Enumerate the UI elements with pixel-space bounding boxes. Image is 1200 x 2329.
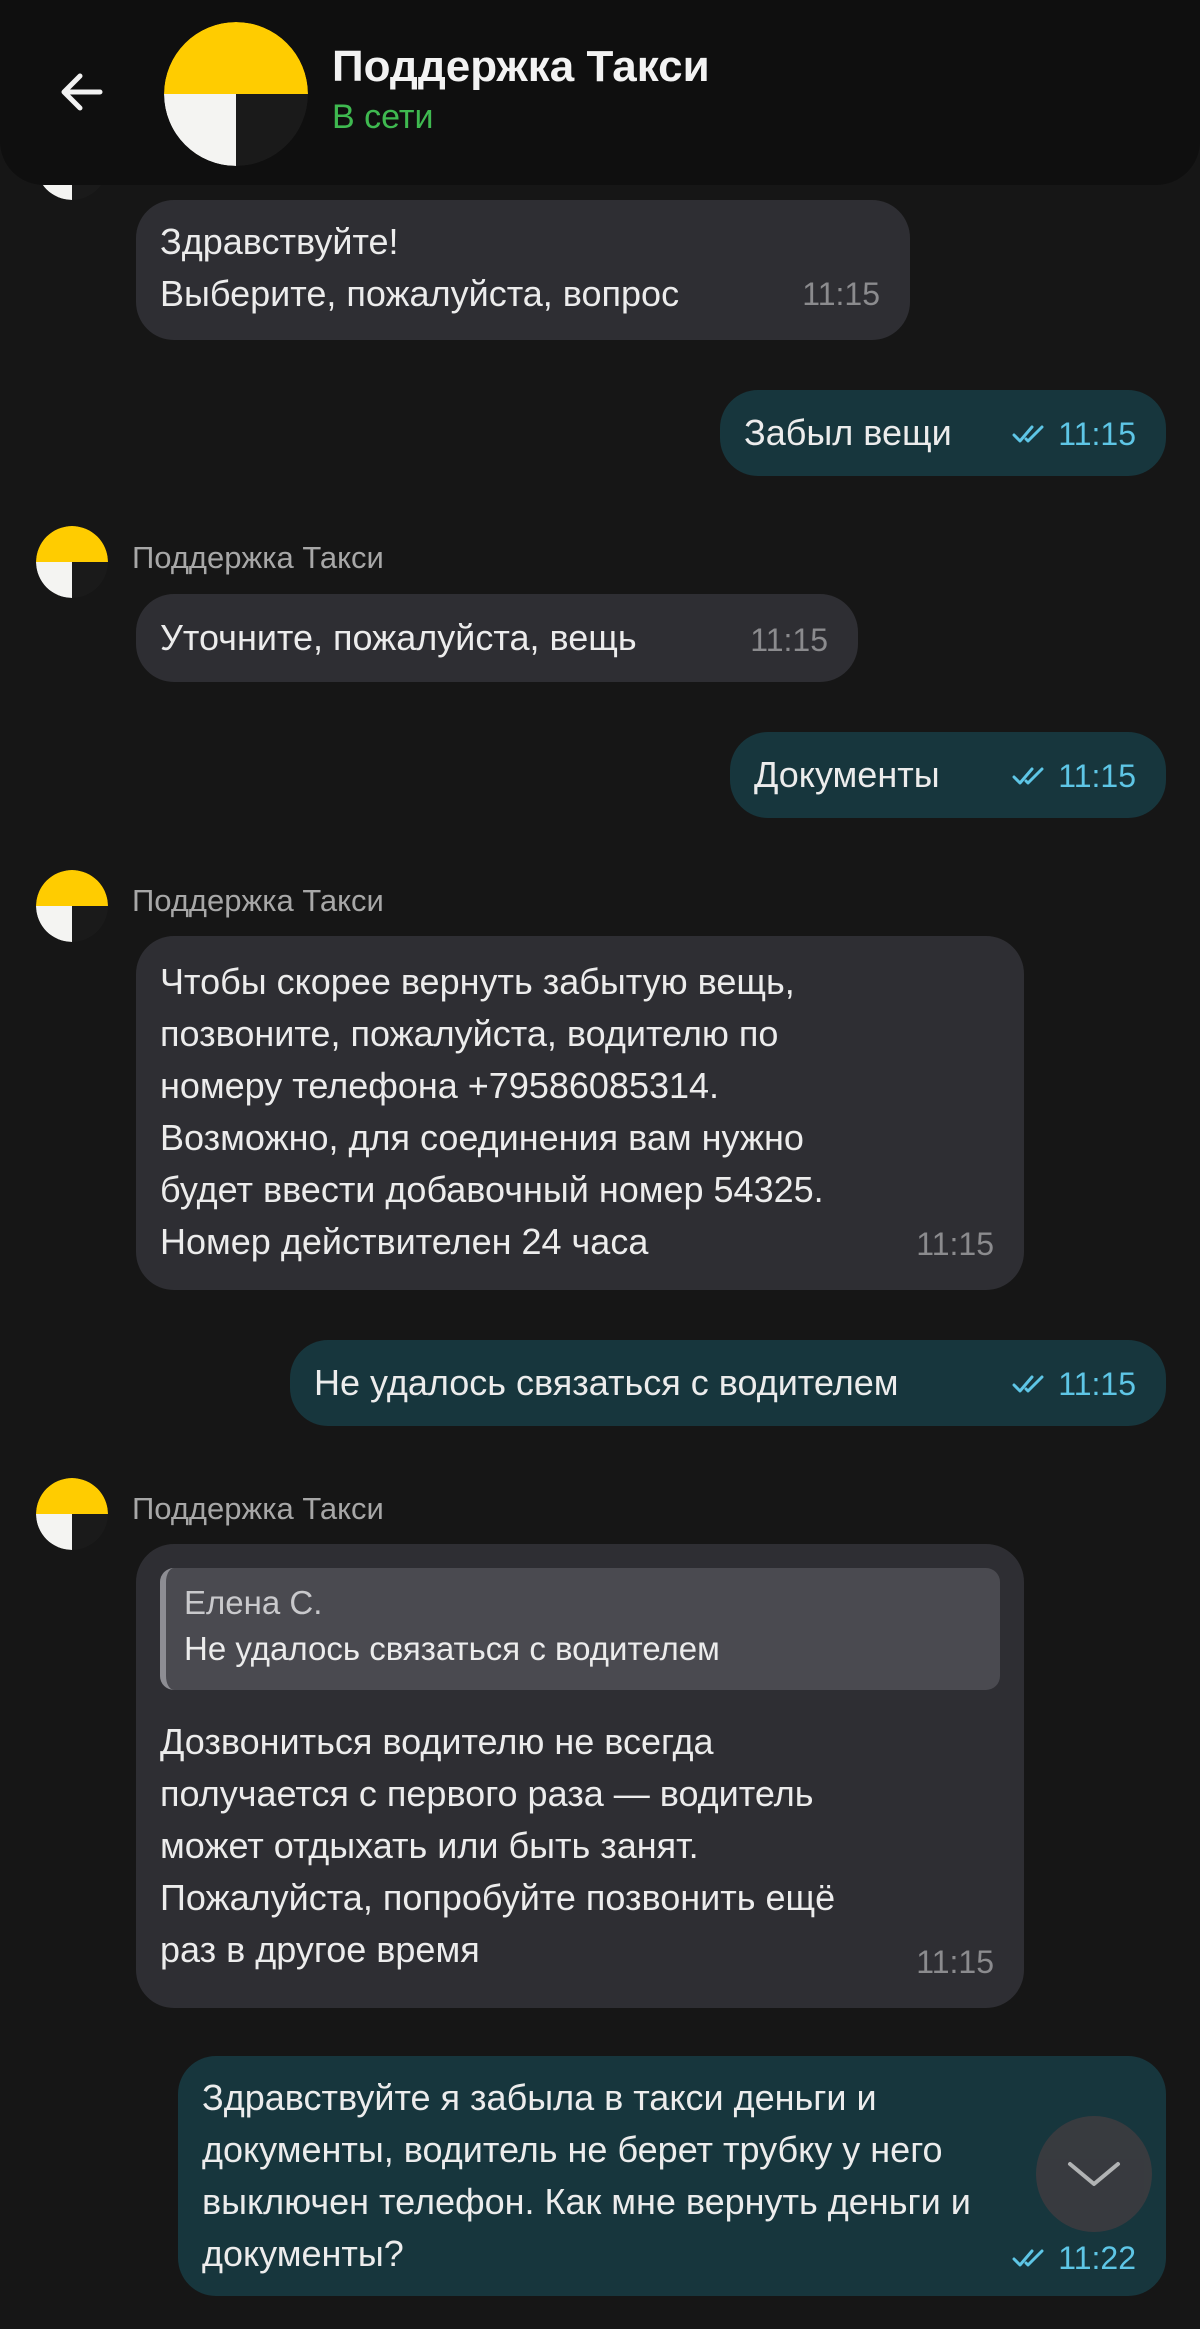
message-bubble-incoming[interactable]: Чтобы скорее вернуть забытую вещь, позво… <box>136 936 1024 1290</box>
double-check-icon <box>1012 767 1044 785</box>
message-text: Здравствуйте я забыла в такси деньги и д… <box>202 2077 971 2274</box>
message-bubble-incoming[interactable]: Здравствуйте! Выберите, пожалуйста, вопр… <box>136 200 910 340</box>
quote-author: Елена С. <box>184 1584 323 1621</box>
message-time: 11:15 <box>1012 1364 1136 1404</box>
quote-text: Не удалось связаться с водителем <box>184 1630 720 1667</box>
message-time: 11:15 <box>802 276 880 312</box>
double-check-icon <box>1012 1375 1044 1393</box>
double-check-icon <box>1012 425 1044 443</box>
back-button[interactable] <box>50 60 114 124</box>
sender-name: Поддержка Такси <box>132 1491 384 1526</box>
taxi-logo-icon <box>164 22 308 166</box>
message-time: 11:15 <box>916 1944 994 1980</box>
taxi-logo-icon <box>36 870 108 942</box>
message-text: Уточните, пожалуйста, вещь <box>160 617 637 658</box>
message-bubble-outgoing[interactable]: Не удалось связаться с водителем 11:15 <box>290 1340 1166 1426</box>
taxi-logo-icon <box>36 526 108 598</box>
message-text: Не удалось связаться с водителем <box>314 1362 899 1403</box>
message-time: 11:15 <box>1012 414 1136 454</box>
message-time: 11:15 <box>750 622 828 658</box>
support-avatar-small <box>36 870 108 942</box>
message-bubble-outgoing[interactable]: Здравствуйте я забыла в такси деньги и д… <box>178 2056 1166 2296</box>
support-avatar-small <box>36 1478 108 1550</box>
message-time: 11:15 <box>916 1226 994 1262</box>
double-check-icon <box>1012 2249 1044 2267</box>
sender-name: Поддержка Такси <box>132 540 384 575</box>
message-bubble-outgoing[interactable]: Забыл вещи 11:15 <box>720 390 1166 476</box>
chat-title: Поддержка Такси <box>332 42 710 91</box>
message-text: Здравствуйте! Выберите, пожалуйста, вопр… <box>160 221 680 314</box>
chevron-down-icon <box>1068 2162 1120 2186</box>
support-avatar-small <box>36 526 108 598</box>
message-text: Забыл вещи <box>744 412 952 453</box>
message-time: 11:22 <box>1012 2238 1136 2278</box>
quoted-message[interactable]: Елена С. Не удалось связаться с водителе… <box>160 1568 1000 1690</box>
message-bubble-incoming[interactable]: Елена С. Не удалось связаться с водителе… <box>136 1544 1024 2008</box>
scroll-down-button[interactable] <box>1036 2116 1152 2232</box>
message-bubble-incoming[interactable]: Уточните, пожалуйста, вещь 11:15 <box>136 594 858 682</box>
message-text: Документы <box>754 754 940 795</box>
support-avatar[interactable] <box>164 22 308 166</box>
arrow-left-icon <box>61 73 103 111</box>
online-status: В сети <box>332 98 434 136</box>
chat-header: Поддержка Такси В сети <box>0 0 1200 185</box>
sender-name: Поддержка Такси <box>132 883 384 918</box>
taxi-logo-icon <box>36 1478 108 1550</box>
message-text: Дозвониться водителю не всегда получаетс… <box>160 1721 836 1970</box>
message-bubble-outgoing[interactable]: Документы 11:15 <box>730 732 1166 818</box>
message-time: 11:15 <box>1012 756 1136 796</box>
message-text: Чтобы скорее вернуть забытую вещь, позво… <box>160 961 824 1262</box>
